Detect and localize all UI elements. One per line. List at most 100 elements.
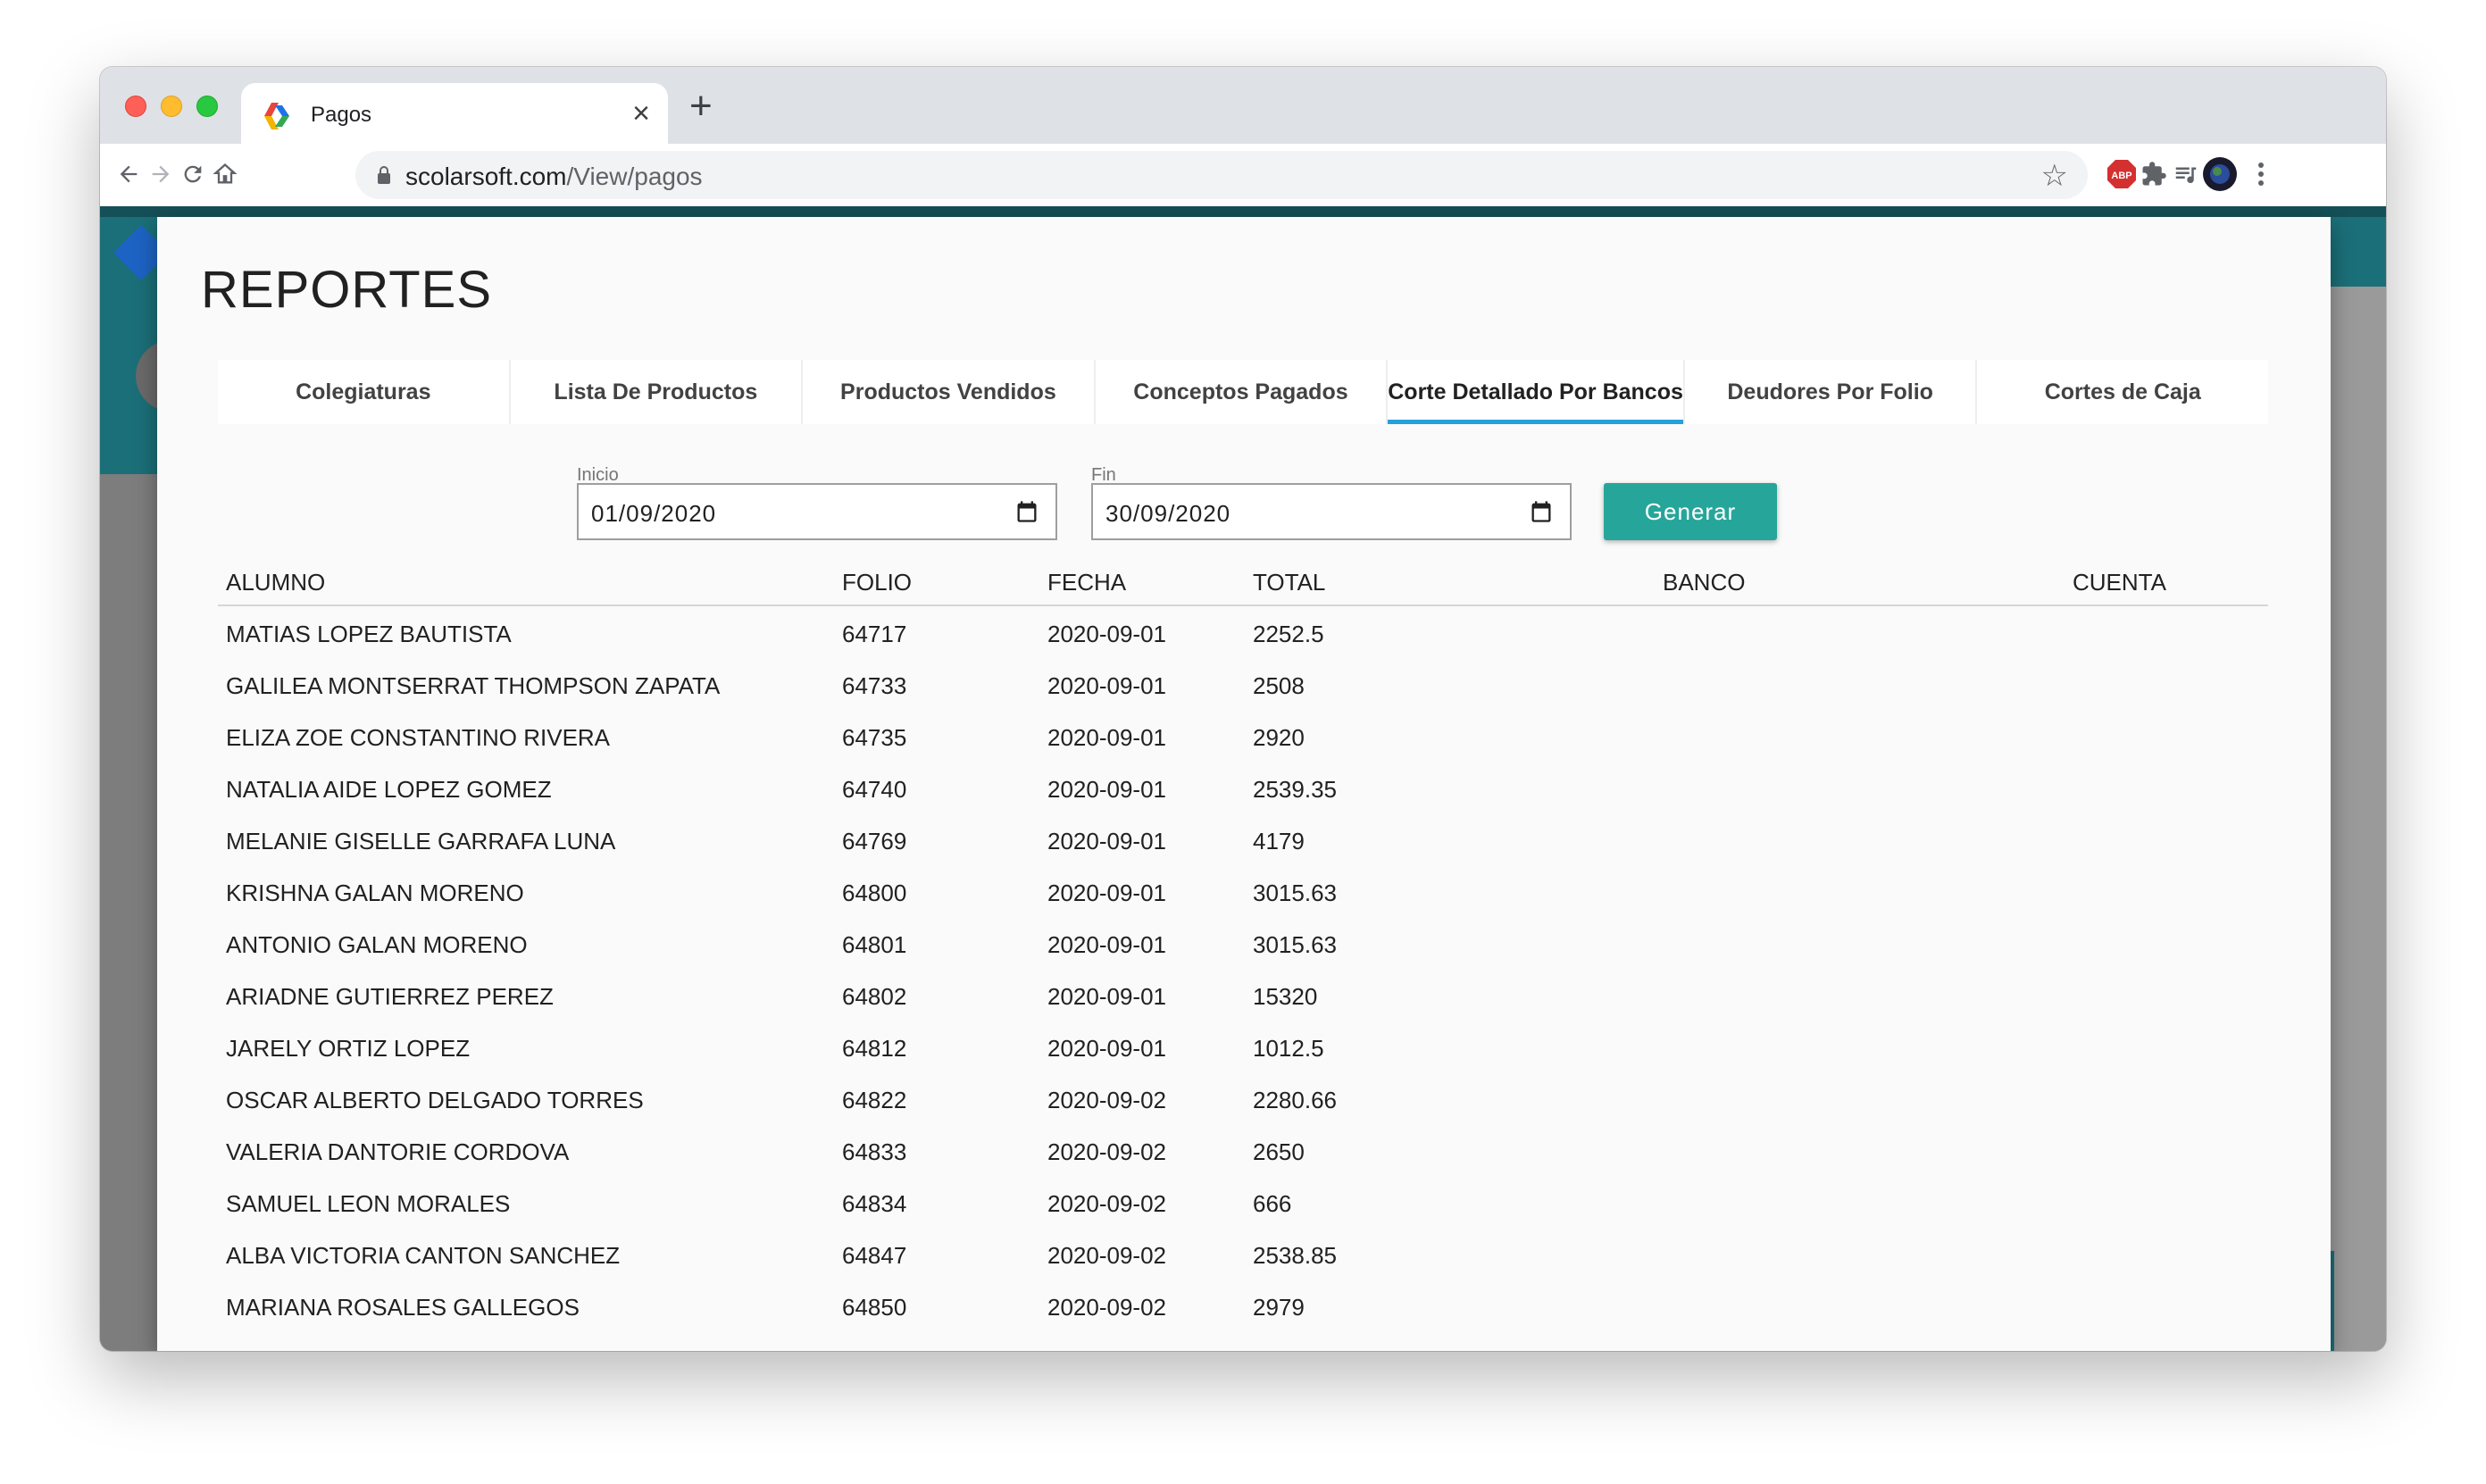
table-row[interactable]: VALERIA DANTORIE CORDOVA 64833 2020-09-02 2… <box>218 1124 2268 1176</box>
browser-menu-icon[interactable] <box>2243 156 2279 192</box>
table-row[interactable]: MELANIE GISELLE GARRAFA LUNA 64769 2020-09… <box>218 813 2268 865</box>
cell-folio: 64735 <box>842 724 907 751</box>
fin-date-field[interactable]: 30/09/2020 <box>1091 483 1572 540</box>
column-header-banco[interactable]: BANCO <box>1663 569 1745 596</box>
cell-fecha: 2020-09-02 <box>1047 1242 1166 1269</box>
close-window-button[interactable] <box>125 96 146 117</box>
inicio-date-field[interactable]: 01/09/2020 <box>577 483 1057 540</box>
table-row[interactable]: JARELY ORTIZ LOPEZ 64812 2020-09-01 1012.5 <box>218 1021 2268 1072</box>
cell-folio: 64740 <box>842 776 907 803</box>
cell-total: 2280.66 <box>1253 1087 1337 1113</box>
column-header-folio[interactable]: FOLIO <box>842 569 912 596</box>
tab-deudores-por-folio[interactable]: Deudores Por Folio <box>1685 360 1978 424</box>
tab-title: Pagos <box>311 103 372 127</box>
adblock-extension-icon[interactable]: ABP <box>2104 156 2140 192</box>
table-row[interactable]: SAMUEL LEON MORALES 64834 2020-09-02 666 <box>218 1176 2268 1228</box>
cell-total: 1012.5 <box>1253 1035 1324 1062</box>
home-icon[interactable] <box>207 156 243 192</box>
table-row[interactable]: ALBA VICTORIA CANTON SANCHEZ 64847 2020-09… <box>218 1228 2268 1280</box>
cell-alumno: ARIADNE GUTIERREZ PEREZ <box>226 983 554 1010</box>
lock-icon <box>378 166 390 184</box>
url-text: scolarsoft.com/View/pagos <box>405 163 703 191</box>
cell-alumno: SAMUEL LEON MORALES <box>226 1190 511 1217</box>
cell-folio: 64802 <box>842 983 907 1010</box>
cell-total: 3015.63 <box>1253 880 1337 906</box>
extensions-puzzle-icon[interactable] <box>2136 156 2172 192</box>
cell-fecha: 2020-09-01 <box>1047 621 1166 647</box>
profile-avatar-icon[interactable] <box>2202 156 2238 192</box>
background-panel <box>2329 287 2386 1351</box>
modal-title: REPORTES <box>201 261 493 319</box>
url-domain: scolarsoft.com <box>405 163 567 190</box>
cell-alumno: MATIAS LOPEZ BAUTISTA <box>226 621 512 647</box>
cell-alumno: OSCAR ALBERTO DELGADO TORRES <box>226 1087 644 1113</box>
cell-fecha: 2020-09-02 <box>1047 1294 1166 1321</box>
cell-folio: 64834 <box>842 1190 907 1217</box>
address-bar[interactable]: scolarsoft.com/View/pagos ☆ <box>355 151 2088 199</box>
cell-folio: 64769 <box>842 828 907 855</box>
maximize-window-button[interactable] <box>196 96 218 117</box>
cell-alumno: ALBA VICTORIA CANTON SANCHEZ <box>226 1242 621 1269</box>
table-row[interactable]: ANTONIO GALAN MORENO 64801 2020-09-01 3015.… <box>218 917 2268 969</box>
generate-button[interactable]: Generar <box>1604 483 1777 540</box>
tab-colegiaturas[interactable]: Colegiaturas <box>218 360 511 424</box>
cell-total: 15320 <box>1253 983 1318 1010</box>
tab-productos-vendidos[interactable]: Productos Vendidos <box>803 360 1096 424</box>
cell-folio: 64800 <box>842 880 907 906</box>
cell-fecha: 2020-09-01 <box>1047 880 1166 906</box>
calendar-icon[interactable] <box>1529 499 1554 524</box>
cell-fecha: 2020-09-01 <box>1047 931 1166 958</box>
table-row[interactable]: GALILEA MONTSERRAT THOMPSON ZAPATA 64733 2… <box>218 658 2268 710</box>
minimize-window-button[interactable] <box>161 96 182 117</box>
cell-alumno: JARELY ORTIZ LOPEZ <box>226 1035 471 1062</box>
column-header-cuenta[interactable]: CUENTA <box>2073 569 2166 596</box>
cell-folio: 64847 <box>842 1242 907 1269</box>
tab-corte-detallado-por-bancos[interactable]: Corte Detallado Por Bancos <box>1388 360 1685 424</box>
calendar-icon[interactable] <box>1014 499 1039 524</box>
svg-text:ABP: ABP <box>2111 171 2131 181</box>
tab-lista-de-productos[interactable]: Lista De Productos <box>511 360 804 424</box>
app-header-topbar <box>100 206 2386 217</box>
table-row[interactable]: NATALIA AIDE LOPEZ GOMEZ 64740 2020-09-01 2… <box>218 762 2268 813</box>
cell-alumno: MELANIE GISELLE GARRAFA LUNA <box>226 828 616 855</box>
tab-cortes-de-caja[interactable]: Cortes de Caja <box>1977 360 2268 424</box>
table-row[interactable]: MATIAS LOPEZ BAUTISTA 64717 2020-09-01 2252… <box>218 606 2268 658</box>
table-row[interactable]: MARIANA ROSALES GALLEGOS 64850 2020-09-02 2… <box>218 1280 2268 1331</box>
browser-tab[interactable]: Pagos × <box>241 83 668 144</box>
cell-fecha: 2020-09-01 <box>1047 724 1166 751</box>
cell-alumno: GALILEA MONTSERRAT THOMPSON ZAPATA <box>226 672 721 699</box>
new-tab-icon[interactable]: + <box>689 87 713 126</box>
tab-conceptos-pagados[interactable]: Conceptos Pagados <box>1096 360 1389 424</box>
reload-icon[interactable] <box>175 156 211 192</box>
cell-fecha: 2020-09-01 <box>1047 828 1166 855</box>
cell-folio: 64733 <box>842 672 907 699</box>
cell-folio: 64822 <box>842 1087 907 1113</box>
cell-total: 2650 <box>1253 1138 1305 1165</box>
column-header-total[interactable]: TOTAL <box>1253 569 1325 596</box>
page-viewport: REPORTES Colegiaturas Lista De Productos… <box>100 206 2386 1351</box>
bookmark-star-icon[interactable]: ☆ <box>2041 158 2068 194</box>
report-tabs: Colegiaturas Lista De Productos Producto… <box>218 360 2268 424</box>
cell-total: 3015.63 <box>1253 931 1337 958</box>
browser-window: Pagos × + scolarsoft.com/View/pagos ☆ AB <box>100 67 2386 1351</box>
close-tab-icon[interactable]: × <box>632 96 650 131</box>
cell-fecha: 2020-09-01 <box>1047 776 1166 803</box>
table-row[interactable]: ELIZA ZOE CONSTANTINO RIVERA 64735 2020-09… <box>218 710 2268 762</box>
column-header-alumno[interactable]: ALUMNO <box>226 569 325 596</box>
table-row[interactable]: ARIADNE GUTIERREZ PEREZ 64802 2020-09-01 15… <box>218 969 2268 1021</box>
cell-alumno: NATALIA AIDE LOPEZ GOMEZ <box>226 776 552 803</box>
media-queue-icon[interactable] <box>2168 156 2204 192</box>
column-header-fecha[interactable]: FECHA <box>1047 569 1126 596</box>
back-icon[interactable] <box>111 156 146 192</box>
table-row[interactable]: OSCAR ALBERTO DELGADO TORRES 64822 2020-09… <box>218 1072 2268 1124</box>
cell-alumno: VALERIA DANTORIE CORDOVA <box>226 1138 570 1165</box>
table-body: MATIAS LOPEZ BAUTISTA 64717 2020-09-01 2252… <box>218 606 2268 1331</box>
forward-icon[interactable] <box>143 156 179 192</box>
cell-fecha: 2020-09-01 <box>1047 672 1166 699</box>
cell-total: 666 <box>1253 1190 1292 1217</box>
cell-folio: 64812 <box>842 1035 907 1062</box>
table-header: ALUMNO FOLIO FECHA TOTAL BANCO CUENTA <box>218 556 2268 606</box>
cell-total: 2920 <box>1253 724 1305 751</box>
tab-strip: Pagos × + <box>100 67 2386 144</box>
table-row[interactable]: KRISHNA GALAN MORENO 64800 2020-09-01 3015.… <box>218 865 2268 917</box>
